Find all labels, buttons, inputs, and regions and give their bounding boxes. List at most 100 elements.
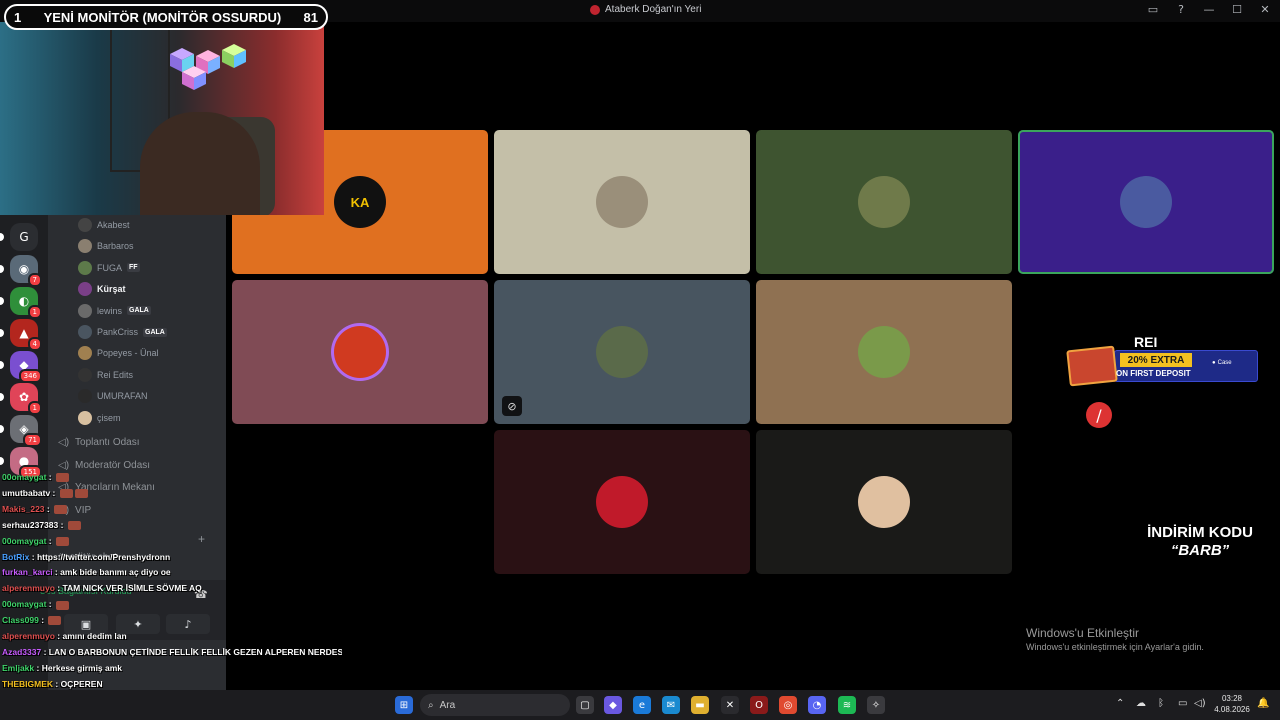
participant-avatar [334,326,386,378]
participant-tile[interactable] [494,130,750,274]
participant-avatar [596,326,648,378]
voice-member[interactable]: UMURAFAN [78,387,148,405]
voice-member[interactable]: Kürşat [78,280,126,298]
chat-username: BotRix [2,551,30,562]
participant-tile[interactable] [232,280,488,424]
participant-tile[interactable] [756,280,1012,424]
chat-message: BotRix : https://twitter.com/Prenshydron… [2,550,342,566]
member-name: PankCriss [97,327,139,337]
taskbar-search[interactable]: ⌕ Ara [420,694,570,716]
edge-icon[interactable]: e [633,696,651,714]
chat-username: furkan_karci [2,567,53,578]
server-icon[interactable]: ✿ 1 [0,383,42,415]
server-icon[interactable]: ◈ 71 [0,415,42,447]
app-icon[interactable]: ✧ [867,696,885,714]
voice-member[interactable]: Akabest [78,216,130,234]
network-icon[interactable]: ▭ [1178,698,1187,709]
member-avatar [78,410,92,425]
participant-avatar [596,176,648,228]
bluetooth-icon[interactable]: ᛒ [1158,698,1164,709]
voice-member[interactable]: Barbaros [78,237,134,255]
emote-icon [74,489,88,499]
clock[interactable]: 03:28 4.08.2026 [1212,693,1252,715]
member-name: FUGA [97,262,123,273]
server-icon[interactable]: G [0,223,38,251]
outlook-icon[interactable]: ✉ [662,696,680,714]
server-icon[interactable]: ◉ 7 [0,255,42,287]
unread-pill [0,425,4,433]
chat-username: alperenmuyo [2,631,55,642]
emote-icon [55,473,69,483]
chat-message: serhau237383 : [2,518,342,534]
discord-icon[interactable]: ◔ [808,696,826,714]
chat-message: furkan_karci : amk bide banımı aç diyo o… [2,565,342,581]
participant-tile[interactable]: ⊘ [494,280,750,424]
participant-tile[interactable] [756,430,1012,574]
participant-avatar [596,476,648,528]
participant-avatar [858,176,910,228]
tray-chevron-icon[interactable]: ⌃ [1116,698,1124,709]
maximize-button[interactable]: ☐ [1230,3,1244,16]
participant-tile[interactable] [756,130,1012,274]
voice-channel[interactable]: ◁) Moderatör Odası [58,460,150,471]
chat-separator: : [34,662,42,673]
participant-tile[interactable] [1018,130,1274,274]
window-controls: ▭ ? — ☐ ✕ [1146,3,1272,16]
member-avatar [78,239,92,254]
chrome-icon[interactable]: ◎ [779,696,797,714]
chat-separator: : [58,519,66,530]
chat-message: 00omaygat : [2,597,342,613]
voice-member[interactable]: PankCriss GALA [78,323,167,341]
promo-code-value: “BARB” [1170,542,1230,559]
onedrive-icon[interactable]: ☁ [1136,698,1146,709]
chat-separator: : [46,599,54,610]
chat-message: Emljakk : Herkese girmiş amk [2,661,342,677]
start-icon[interactable]: ⊞ [395,696,413,714]
help-icon[interactable]: ? [1174,3,1188,16]
file-explorer-icon[interactable]: ▬ [691,696,709,714]
chat-username: Azad3337 [2,646,42,657]
voice-member[interactable]: çisem [78,409,121,427]
server-icon[interactable]: ◐ 1 [0,287,42,319]
task-view-icon[interactable]: ▢ [576,696,594,714]
member-avatar [78,325,92,339]
server-icon[interactable]: ▲ 4 [0,319,42,351]
goal-start: 1 [14,9,22,25]
xbox-icon[interactable]: ✕ [721,696,739,714]
unread-pill [0,265,4,273]
close-button[interactable]: ✕ [1258,3,1272,16]
promo-code: İNDİRİM KODU “BARB” [1120,524,1280,560]
cube-logo-icon [170,44,246,90]
emote-icon [67,520,81,530]
stream-goal-bar: 1 YENİ MONİTÖR (MONİTÖR OSSURDU) 81 [4,4,328,30]
member-avatar [78,282,92,297]
search-placeholder: Ara [439,699,456,711]
member-name: Akabest [97,220,130,230]
opera-icon[interactable]: O [750,696,768,714]
inbox-icon[interactable]: ▭ [1146,3,1160,16]
voice-member[interactable]: Popeyes - Ünal [78,344,159,362]
minimize-button[interactable]: — [1202,3,1216,16]
voice-member[interactable]: Rei Edits [78,366,133,384]
member-name: Popeyes - Ünal [97,348,159,359]
chat-separator: : [53,678,61,689]
volume-icon[interactable]: ◁) [1194,698,1206,709]
participant-tile[interactable] [494,430,750,574]
mention-badge: 4 [27,337,42,351]
voice-member[interactable]: FUGA FF [78,259,140,277]
chat-message: 00omaygat : [2,534,342,550]
voice-channel[interactable]: ◁) Toplantı Odası [58,437,140,448]
unread-pill [0,361,4,369]
server-glyph: ◉ [18,262,30,276]
mention-badge: 71 [23,433,42,447]
voice-member[interactable]: lewins GALA [78,302,151,320]
chat-username: 00omaygat [2,472,47,482]
avatar-glyph: KA [350,194,370,210]
taskbar: ⊞ ⌕ Ara ▢ ◆ e ✉ ▬ ✕ O ◎ ◔ ≋ ✧ ⌃ ☁ ᛒ ▭ ◁)… [0,690,1280,720]
clock-time: 03:28 [1221,694,1243,703]
notification-icon[interactable]: 🔔 [1257,698,1269,709]
spotify-icon[interactable]: ≋ [838,696,856,714]
member-name: UMURAFAN [97,391,148,402]
copilot-icon[interactable]: ◆ [604,696,622,714]
server-icon[interactable]: ◆ 346 [0,351,42,383]
